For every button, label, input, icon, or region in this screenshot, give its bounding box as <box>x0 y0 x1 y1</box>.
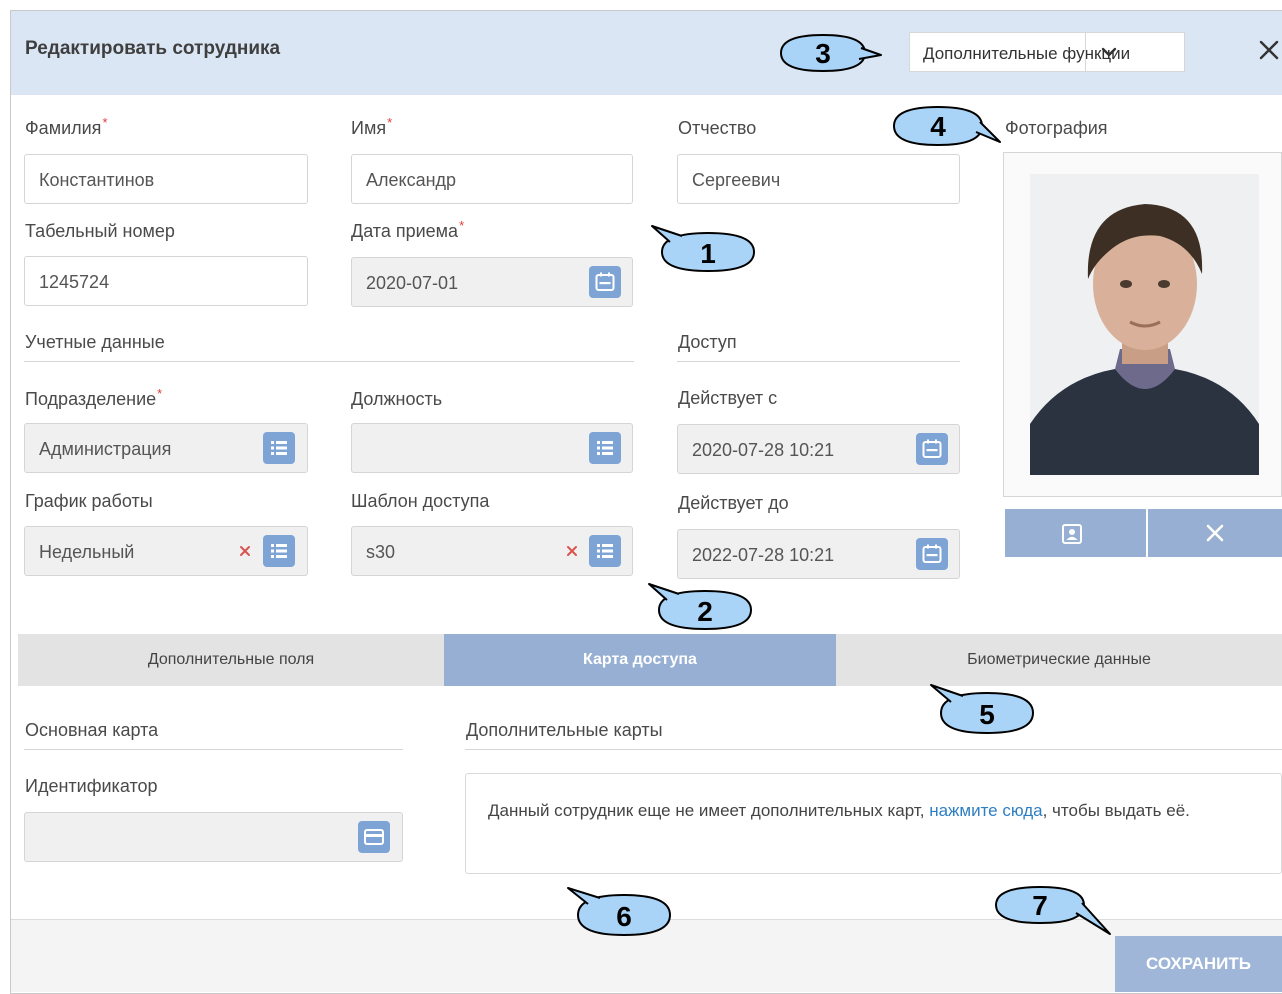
first-name-label: Имя* <box>351 115 393 138</box>
callout-number: 6 <box>616 901 632 932</box>
photo-label: Фотография <box>1005 118 1108 138</box>
dropdown-separator <box>1085 33 1086 71</box>
divider <box>465 749 1282 750</box>
divider <box>24 749 403 750</box>
schedule-label: График работы <box>25 491 153 511</box>
additional-cards-notice: Данный сотрудник еще не имеет дополнител… <box>465 773 1282 874</box>
required-marker: * <box>102 115 108 130</box>
last-name-label: Фамилия* <box>25 115 108 138</box>
position-label: Должность <box>351 389 443 409</box>
close-icon[interactable] <box>1255 36 1282 64</box>
hire-date-label: Дата приема* <box>351 218 465 241</box>
clear-icon[interactable] <box>564 541 582 559</box>
first-name-input[interactable]: Александр <box>351 154 633 204</box>
portrait-icon <box>1062 524 1082 544</box>
required-marker: * <box>459 218 465 233</box>
access-template-label: Шаблон доступа <box>351 491 490 511</box>
remove-photo-button[interactable] <box>1148 509 1282 557</box>
callout-3: 3 <box>779 33 882 73</box>
department-label: Подразделение* <box>25 386 163 409</box>
identifier-label: Идентификатор <box>25 776 158 796</box>
callout-number: 7 <box>1032 890 1048 921</box>
save-button[interactable]: СОХРАНИТЬ <box>1115 936 1282 992</box>
tab-access-card[interactable]: Карта доступа <box>444 634 836 686</box>
dialog-header: Редактировать сотрудника Дополнительные … <box>10 10 1282 95</box>
employee-photo <box>1030 174 1259 475</box>
account-section-title: Учетные данные <box>25 332 165 352</box>
notice-text: , чтобы выдать её. <box>1042 801 1190 820</box>
callout-number: 2 <box>697 596 713 627</box>
tab-bar: Дополнительные поля Карта доступа Биомет… <box>18 634 1282 686</box>
callout-number: 1 <box>700 238 716 269</box>
identifier-input[interactable] <box>24 812 403 862</box>
callout-number: 5 <box>979 699 995 730</box>
list-icon[interactable] <box>263 432 295 464</box>
additional-functions-dropdown[interactable]: Дополнительные функции <box>909 32 1185 72</box>
photo-frame <box>1003 152 1282 497</box>
list-icon[interactable] <box>263 535 295 567</box>
dialog-title: Редактировать сотрудника <box>25 38 281 59</box>
middle-name-input[interactable]: Сергеевич <box>677 154 960 204</box>
callout-number: 3 <box>815 38 831 69</box>
card-icon[interactable] <box>358 821 390 853</box>
last-name-input[interactable]: Константинов <box>24 154 308 204</box>
valid-from-label: Действует с <box>678 388 778 408</box>
divider <box>677 361 960 362</box>
position-input[interactable] <box>351 423 633 473</box>
access-template-input[interactable]: s30 <box>351 526 633 576</box>
valid-to-input[interactable]: 2022-07-28 10:21 <box>677 529 960 579</box>
calendar-icon[interactable] <box>916 433 948 465</box>
tab-biometric-data[interactable]: Биометрические данные <box>836 634 1282 686</box>
callout-number: 4 <box>930 111 946 142</box>
clear-icon[interactable] <box>237 541 255 559</box>
required-marker: * <box>157 386 163 401</box>
chevron-down-icon[interactable] <box>1094 37 1124 67</box>
additional-cards-title: Дополнительные карты <box>466 720 663 740</box>
tab-additional-fields[interactable]: Дополнительные поля <box>18 634 444 686</box>
list-icon[interactable] <box>589 535 621 567</box>
callout-1: 1 <box>651 225 756 273</box>
access-section-title: Доступ <box>678 332 737 352</box>
upload-photo-button[interactable] <box>1005 509 1146 557</box>
personnel-number-label: Табельный номер <box>25 221 175 241</box>
middle-name-label: Отчество <box>678 118 757 138</box>
issue-card-link[interactable]: нажмите сюда <box>929 801 1042 820</box>
valid-from-input[interactable]: 2020-07-28 10:21 <box>677 424 960 474</box>
callout-2: 2 <box>648 583 753 631</box>
callout-6: 6 <box>567 887 672 937</box>
notice-text: Данный сотрудник еще не имеет дополнител… <box>488 801 930 820</box>
callout-7: 7 <box>994 885 1111 935</box>
personnel-number-input[interactable]: 1245724 <box>24 256 308 306</box>
callout-5: 5 <box>930 684 1035 735</box>
calendar-icon[interactable] <box>589 266 621 298</box>
main-card-title: Основная карта <box>25 720 159 740</box>
callout-4: 4 <box>892 105 1001 147</box>
department-input[interactable]: Администрация <box>24 423 308 473</box>
required-marker: * <box>387 115 393 130</box>
list-icon[interactable] <box>589 432 621 464</box>
divider <box>24 361 634 362</box>
calendar-icon[interactable] <box>916 538 948 570</box>
close-icon <box>1206 524 1224 542</box>
valid-to-label: Действует до <box>678 493 789 513</box>
schedule-input[interactable]: Недельный <box>24 526 308 576</box>
hire-date-input[interactable]: 2020-07-01 <box>351 257 633 307</box>
